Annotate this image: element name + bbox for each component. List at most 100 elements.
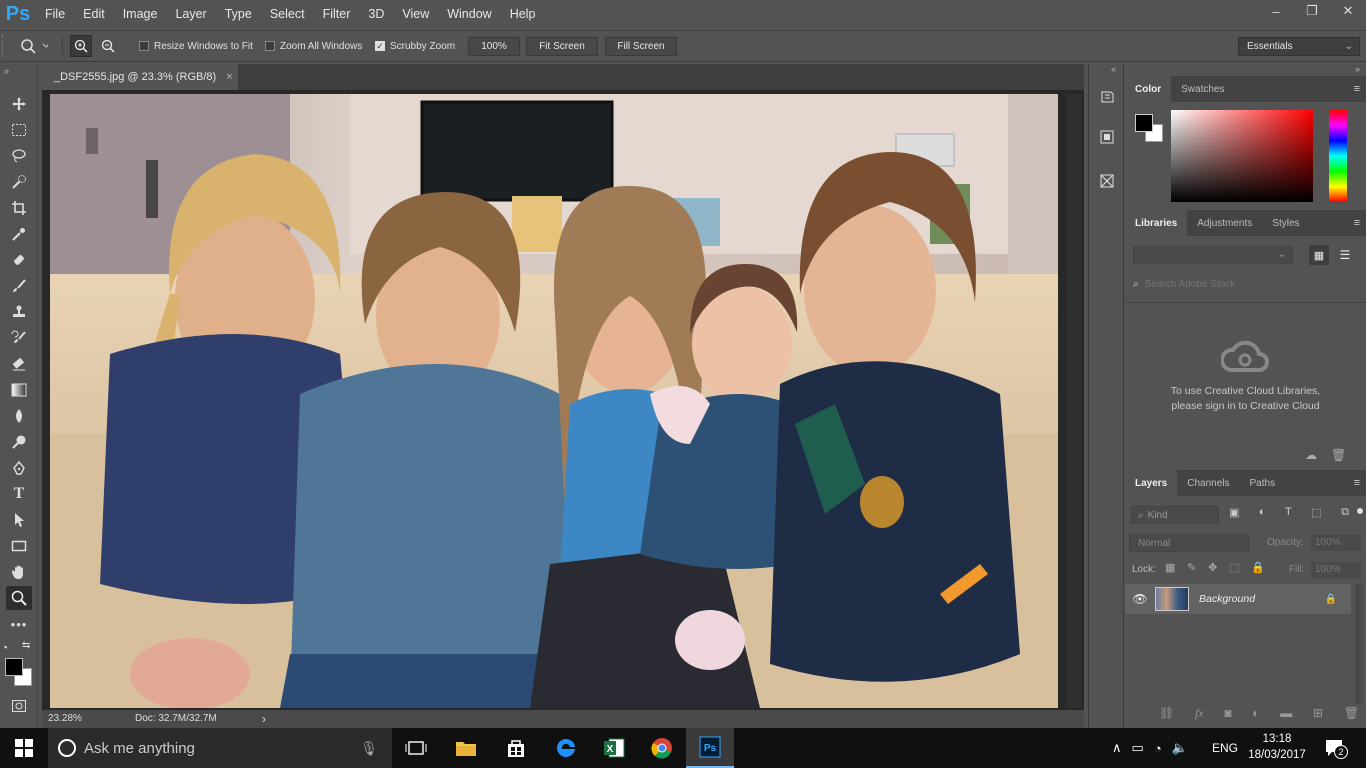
layers-scrollbar[interactable] [1355,584,1363,704]
collapse-arrows-icon[interactable]: » [4,66,9,76]
hand-tool-icon[interactable] [6,560,32,584]
dodge-tool-icon[interactable] [6,430,32,454]
layer-name[interactable]: Background [1199,593,1255,605]
tab-color[interactable]: Color [1125,76,1172,102]
tab-libraries[interactable]: Libraries [1125,210,1188,236]
lock-position-icon[interactable]: ✥ [1208,561,1217,574]
tab-swatches[interactable]: Swatches [1171,76,1234,102]
menu-file[interactable]: File [36,0,74,28]
gradient-tool-icon[interactable] [6,378,32,402]
layer-filter-select[interactable]: ⌕ Kind [1131,506,1219,524]
more-tools-icon[interactable]: ••• [6,612,32,636]
eraser-tool-icon[interactable] [6,352,32,376]
grid-view-icon[interactable]: ▦ [1309,245,1329,265]
eye-icon[interactable]: 👁 [1125,592,1155,606]
start-button[interactable] [0,728,48,768]
cortana-search[interactable]: Ask me anything 🎙 [48,728,392,768]
swap-colors-icon[interactable]: ⇆ [22,640,30,651]
tab-channels[interactable]: Channels [1177,470,1239,496]
eyedropper-tool-icon[interactable] [6,222,32,246]
photoshop-taskbar-icon[interactable]: Ps [686,728,734,768]
menu-3d[interactable]: 3D [359,0,393,28]
task-view-icon[interactable] [392,728,440,768]
layer-row[interactable]: 👁 Background 🔒 [1125,584,1351,614]
quick-selection-tool-icon[interactable] [6,170,32,194]
zoom-all-windows-checkbox[interactable]: Zoom All Windows [265,31,362,61]
zoom-tool-icon[interactable] [6,586,32,610]
menu-window[interactable]: Window [438,0,500,28]
scrubby-zoom-check[interactable]: ✓ [375,41,385,51]
add-mask-icon[interactable]: ◙ [1224,706,1231,721]
options-bar-grip[interactable] [2,35,6,57]
menu-edit[interactable]: Edit [74,0,114,28]
clone-stamp-tool-icon[interactable] [6,300,32,324]
color-field[interactable] [1171,110,1313,202]
resize-windows-checkbox[interactable]: Resize Windows to Fit [139,31,253,61]
tab-styles[interactable]: Styles [1262,210,1309,236]
lock-all-icon[interactable]: 🔒 [1251,561,1265,574]
document-photo[interactable] [50,94,1058,708]
menu-help[interactable]: Help [501,0,545,28]
lock-transparency-icon[interactable]: ▦ [1165,561,1175,574]
shape-filter-icon[interactable]: ⬚ [1311,506,1321,524]
collapse-panels-icon[interactable]: » [1355,64,1360,74]
menu-layer[interactable]: Layer [166,0,215,28]
default-colors-icon[interactable]: ▪ [4,642,7,652]
file-explorer-icon[interactable] [442,728,490,768]
lock-image-icon[interactable]: ✎ [1187,561,1196,574]
menu-image[interactable]: Image [114,0,167,28]
lasso-tool-icon[interactable] [6,144,32,168]
marquee-tool-icon[interactable] [6,118,32,142]
zoom-tool-preset-picker[interactable] [20,31,48,61]
battery-icon[interactable]: ▭ [1132,740,1144,756]
zoom-level[interactable]: 23.28% [48,713,82,724]
link-layers-icon[interactable]: ⛓ [1159,706,1174,721]
trash-icon[interactable]: 🗑 [1331,448,1346,462]
microphone-icon[interactable]: 🎙 [360,740,378,757]
path-selection-tool-icon[interactable] [6,508,32,532]
brush-tool-icon[interactable] [6,274,32,298]
store-icon[interactable] [492,728,540,768]
menu-type[interactable]: Type [216,0,261,28]
collapse-dock-icon[interactable]: « [1111,64,1116,74]
zoom-all-windows-check[interactable] [265,41,275,51]
cc-sync-icon[interactable]: ☁ [1305,448,1317,462]
tab-adjustments[interactable]: Adjustments [1187,210,1262,236]
history-panel-icon[interactable] [1094,84,1120,110]
panel-menu-icon[interactable]: ≡ [1354,83,1360,95]
delete-layer-icon[interactable]: 🗑 [1344,706,1359,721]
status-menu-arrow-icon[interactable]: › [262,712,266,726]
hue-slider[interactable] [1329,110,1347,202]
new-layer-icon[interactable]: ⊞ [1313,706,1323,721]
restore-button[interactable]: ❐ [1294,0,1330,22]
list-view-icon[interactable]: ☰ [1335,245,1355,265]
library-select[interactable]: ⌄ [1133,246,1293,264]
adjustment-layer-icon[interactable]: ◐ [1252,706,1259,721]
fx-icon[interactable]: fx [1195,706,1204,721]
clock[interactable]: 13:18 18/03/2017 [1246,731,1308,763]
blend-mode-select[interactable]: Normal [1129,534,1249,552]
tab-paths[interactable]: Paths [1240,470,1286,496]
minimize-button[interactable]: – [1258,0,1294,22]
show-hidden-icons-icon[interactable]: ∧ [1112,740,1122,756]
healing-brush-tool-icon[interactable] [6,248,32,272]
close-tab-icon[interactable]: × [226,71,232,83]
filter-toggle[interactable] [1357,508,1363,514]
resize-windows-check[interactable] [139,41,149,51]
pixel-filter-icon[interactable]: ▣ [1229,506,1239,524]
foreground-color-swatch[interactable] [5,658,23,676]
smart-object-filter-icon[interactable]: ⧉ [1341,506,1349,524]
scrubby-zoom-checkbox[interactable]: ✓ Scrubby Zoom [375,31,455,61]
pen-tool-icon[interactable] [6,456,32,480]
fit-screen-button[interactable]: Fit Screen [526,37,598,56]
menu-filter[interactable]: Filter [314,0,360,28]
stock-search-input[interactable] [1144,278,1335,290]
adjustment-filter-icon[interactable]: ◐ [1259,506,1266,524]
fill-screen-button[interactable]: Fill Screen [605,37,677,56]
panel-menu-icon[interactable]: ≡ [1354,477,1360,489]
network-icon[interactable]: ◔ [1154,741,1162,756]
fill-value[interactable]: 100% [1311,562,1361,578]
zoom-100-button[interactable]: 100% [468,37,520,56]
rectangle-tool-icon[interactable] [6,534,32,558]
blur-tool-icon[interactable] [6,404,32,428]
